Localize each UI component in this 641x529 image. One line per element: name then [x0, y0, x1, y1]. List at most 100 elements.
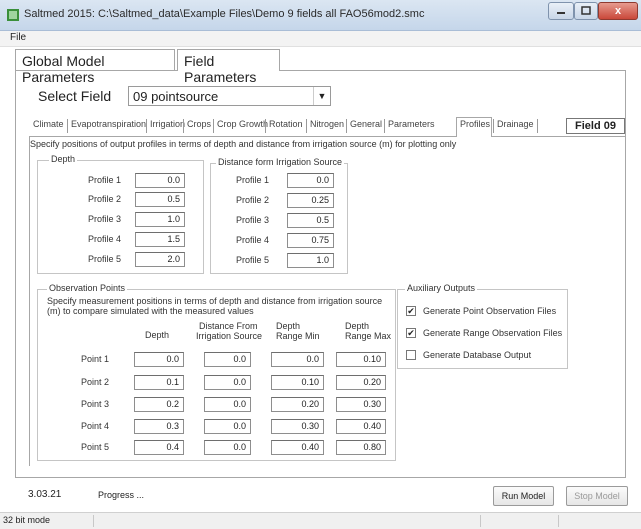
column-header-range-max: Range Max — [345, 331, 392, 341]
depth-profile-label: Profile 1 — [88, 175, 122, 185]
subtab-rotation[interactable]: Rotation — [269, 119, 303, 135]
point-range-max-input[interactable]: 0.30 — [336, 397, 386, 412]
distance-profile-label: Profile 5 — [236, 255, 270, 265]
point-label: Point 3 — [81, 399, 110, 409]
point-depth-input[interactable]: 0.0 — [134, 352, 184, 367]
subtab-divider — [146, 119, 147, 133]
active-tab-joiner — [178, 69, 279, 71]
subtab-divider — [183, 119, 184, 133]
point-distance-input[interactable]: 0.0 — [204, 440, 251, 455]
distance-profile-input[interactable]: 0.75 — [287, 233, 334, 248]
point-range-min-input[interactable]: 0.40 — [271, 440, 324, 455]
subtab-divider — [67, 119, 68, 133]
subtab-divider — [306, 119, 307, 133]
distance-profile-input[interactable]: 1.0 — [287, 253, 334, 268]
status-divider — [480, 515, 481, 527]
depth-profile-input[interactable]: 1.5 — [135, 232, 185, 247]
chevron-down-icon[interactable]: ▼ — [313, 87, 330, 105]
depth-profile-label: Profile 3 — [88, 214, 122, 224]
depth-profile-label: Profile 4 — [88, 234, 122, 244]
point-range-min-input[interactable]: 0.20 — [271, 397, 324, 412]
point-distance-input[interactable]: 0.0 — [204, 352, 251, 367]
select-field-label: Select Field — [38, 88, 112, 104]
point-label: Point 4 — [81, 421, 110, 431]
point-label: Point 5 — [81, 442, 110, 452]
depth-profile-input[interactable]: 1.0 — [135, 212, 185, 227]
column-header-range-min: Depth — [276, 321, 301, 331]
tab-global-model-parameters[interactable]: Global Model Parameters — [15, 49, 175, 85]
select-field-value: 09 pointsource — [133, 89, 219, 104]
range-observation-checkbox[interactable]: ✔ — [406, 328, 416, 338]
point-observation-checkbox[interactable]: ✔ — [406, 306, 416, 316]
progress-label: Progress ... — [98, 490, 145, 500]
column-header-distance: Distance From — [199, 321, 258, 331]
distance-profile-input[interactable]: 0.5 — [287, 213, 334, 228]
point-range-min-input[interactable]: 0.0 — [271, 352, 324, 367]
auxiliary-outputs-title: Auxiliary Outputs — [405, 283, 478, 293]
subtab-profiles[interactable]: Profiles — [460, 119, 490, 135]
select-field-dropdown[interactable]: 09 pointsource ▼ — [128, 86, 331, 106]
observation-group-title: Observation Points — [47, 283, 128, 293]
subtab-climate[interactable]: Climate — [33, 119, 64, 135]
depth-profile-input[interactable]: 0.0 — [135, 173, 185, 188]
point-range-max-input[interactable]: 0.10 — [336, 352, 386, 367]
column-header-distance: Irrigation Source — [196, 331, 263, 341]
database-output-label: Generate Database Output — [423, 350, 532, 360]
point-range-min-input[interactable]: 0.30 — [271, 419, 324, 434]
column-header-depth: Depth — [145, 330, 170, 340]
point-label: Point 2 — [81, 377, 110, 387]
subtab-divider — [213, 119, 214, 133]
distance-profile-label: Profile 2 — [236, 195, 270, 205]
observation-description: (m) to compare simulated with the measur… — [47, 306, 254, 316]
run-model-button[interactable]: Run Model — [493, 486, 554, 506]
subtab-crop-growth[interactable]: Crop Growth — [217, 119, 268, 135]
status-divider — [558, 515, 559, 527]
point-range-max-input[interactable]: 0.80 — [336, 440, 386, 455]
subtab-drainage[interactable]: Drainage — [497, 119, 534, 135]
profiles-instruction: Specify positions of output profiles in … — [30, 139, 457, 149]
subtab-parameters[interactable]: Parameters — [388, 119, 435, 135]
distance-profile-input[interactable]: 0.0 — [287, 173, 334, 188]
distance-profile-label: Profile 1 — [236, 175, 270, 185]
maximize-button[interactable] — [574, 2, 598, 20]
subtab-crops[interactable]: Crops — [187, 119, 211, 135]
point-distance-input[interactable]: 0.0 — [204, 397, 251, 412]
depth-profile-input[interactable]: 2.0 — [135, 252, 185, 267]
point-range-min-input[interactable]: 0.10 — [271, 375, 324, 390]
point-distance-input[interactable]: 0.0 — [204, 375, 251, 390]
point-distance-input[interactable]: 0.0 — [204, 419, 251, 434]
subtab-evapotranspiration[interactable]: Evapotranspiration — [71, 119, 146, 135]
subtab-general[interactable]: General — [350, 119, 382, 135]
status-text: 32 bit mode — [3, 515, 51, 525]
point-depth-input[interactable]: 0.1 — [134, 375, 184, 390]
status-bar: 32 bit mode — [0, 512, 641, 529]
point-depth-input[interactable]: 0.2 — [134, 397, 184, 412]
minimize-icon — [557, 12, 565, 14]
subtab-irrigation[interactable]: Irrigation — [150, 119, 185, 135]
column-header-range-min: Range Min — [276, 331, 320, 341]
depth-profile-label: Profile 5 — [88, 254, 122, 264]
distance-profile-label: Profile 3 — [236, 215, 270, 225]
close-button[interactable]: x — [598, 2, 638, 20]
distance-profile-input[interactable]: 0.25 — [287, 193, 334, 208]
window-title: Saltmed 2015: C:\Saltmed_data\Example Fi… — [24, 8, 425, 20]
tab-field-parameters[interactable]: Field Parameters — [177, 49, 280, 85]
stop-model-button[interactable]: Stop Model — [566, 486, 628, 506]
title-bar: Saltmed 2015: C:\Saltmed_data\Example Fi… — [0, 0, 641, 31]
maximize-icon — [581, 6, 591, 15]
distance-profile-label: Profile 4 — [236, 235, 270, 245]
subtab-nitrogen[interactable]: Nitrogen — [310, 119, 344, 135]
point-depth-input[interactable]: 0.4 — [134, 440, 184, 455]
field-indicator: Field 09 — [566, 118, 625, 134]
depth-group-title: Depth — [49, 154, 78, 164]
version-label: 3.03.21 — [28, 489, 62, 500]
point-label: Point 1 — [81, 354, 110, 364]
menu-file[interactable]: File — [10, 32, 26, 43]
subtab-divider — [537, 119, 538, 133]
point-range-max-input[interactable]: 0.20 — [336, 375, 386, 390]
point-range-max-input[interactable]: 0.40 — [336, 419, 386, 434]
depth-profile-input[interactable]: 0.5 — [135, 192, 185, 207]
database-output-checkbox[interactable] — [406, 350, 416, 360]
minimize-button[interactable] — [548, 2, 574, 20]
point-depth-input[interactable]: 0.3 — [134, 419, 184, 434]
